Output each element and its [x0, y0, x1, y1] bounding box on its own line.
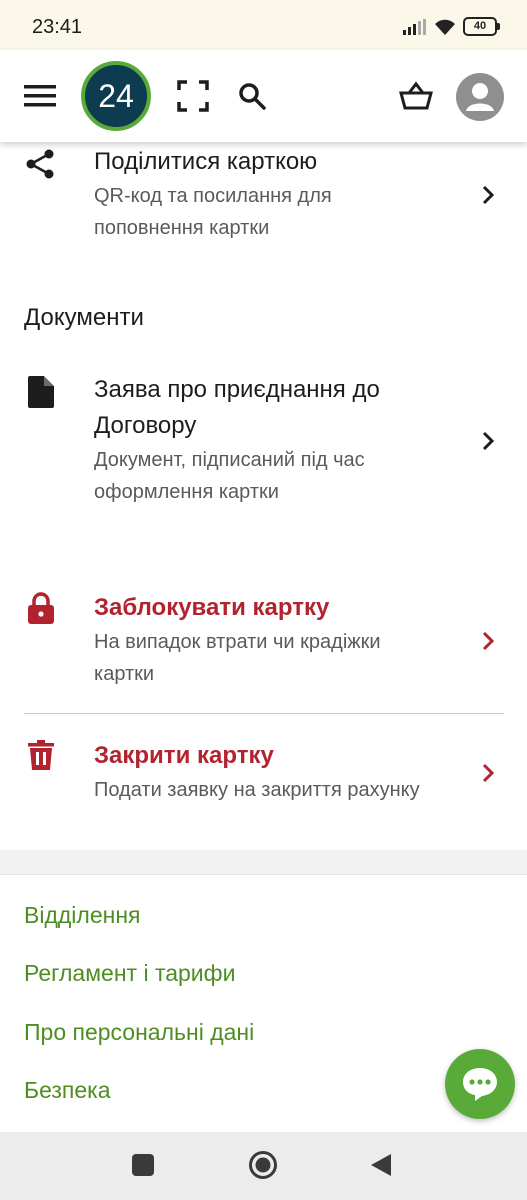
- scan-icon: [177, 80, 209, 112]
- basket-button[interactable]: [395, 76, 437, 116]
- signal-icon: [403, 18, 426, 35]
- document-row[interactable]: Заява про приєднання до Договору Докумен…: [0, 370, 527, 520]
- menu-icon: [24, 85, 56, 107]
- document-icon: [28, 376, 54, 408]
- app-header: 24: [0, 50, 527, 142]
- share-title: Поділитися карткою: [94, 148, 318, 175]
- section-separator: [0, 850, 527, 875]
- divider: [24, 713, 504, 714]
- status-bar: 23:41 40: [0, 0, 527, 50]
- chevron-right-icon: [482, 185, 495, 205]
- profile-button[interactable]: [455, 72, 505, 122]
- chevron-right-icon: [482, 431, 495, 451]
- block-card-subtitle-line1: На випадок втрати чи крадіжки: [94, 631, 381, 653]
- document-subtitle-line1: Документ, підписаний під час: [94, 449, 365, 471]
- share-card-row[interactable]: Поділитися карткою QR-код та посилання д…: [0, 142, 527, 252]
- search-icon: [239, 83, 266, 110]
- block-card-subtitle-line2: картки: [94, 663, 155, 685]
- status-time: 23:41: [32, 16, 83, 38]
- share-subtitle-line2: поповнення картки: [94, 217, 270, 239]
- link-personal-data[interactable]: Про персональні дані: [24, 1019, 254, 1046]
- battery-indicator: 40: [463, 17, 500, 36]
- lock-icon: [28, 592, 54, 624]
- chevron-right-icon: [482, 631, 495, 651]
- chevron-right-icon: [482, 763, 495, 783]
- document-title-line2: Договору: [94, 412, 197, 439]
- trash-icon: [28, 740, 54, 770]
- document-title-line1: Заява про приєднання до: [94, 376, 380, 403]
- close-card-subtitle: Подати заявку на закриття рахунку: [94, 779, 420, 801]
- share-icon: [26, 149, 54, 179]
- scan-button[interactable]: [173, 76, 213, 116]
- status-icons: 40: [403, 17, 500, 36]
- link-regulations-tariffs[interactable]: Регламент і тарифи: [24, 960, 235, 987]
- system-nav-bar: [0, 1132, 527, 1200]
- menu-button[interactable]: [20, 76, 60, 116]
- close-card-title: Закрити картку: [94, 742, 274, 769]
- avatar-icon: [456, 73, 504, 121]
- block-card-row[interactable]: Заблокувати картку На випадок втрати чи …: [0, 588, 527, 698]
- document-subtitle-line2: оформлення картки: [94, 481, 279, 503]
- wifi-icon: [435, 19, 455, 35]
- share-subtitle-line1: QR-код та посилання для: [94, 185, 332, 207]
- block-card-title: Заблокувати картку: [94, 594, 330, 621]
- home-icon[interactable]: [248, 1150, 278, 1180]
- privat24-logo[interactable]: 24: [81, 61, 151, 131]
- recent-apps-icon[interactable]: [132, 1154, 154, 1176]
- link-security[interactable]: Безпека: [24, 1077, 111, 1104]
- search-button[interactable]: [232, 76, 272, 116]
- chat-icon: [463, 1068, 497, 1101]
- link-branches[interactable]: Відділення: [24, 902, 140, 929]
- basket-icon: [399, 81, 433, 110]
- chat-button[interactable]: [445, 1049, 515, 1119]
- back-icon[interactable]: [370, 1153, 392, 1177]
- documents-heading: Документи: [24, 304, 144, 331]
- close-card-row[interactable]: Закрити картку Подати заявку на закриття…: [0, 736, 527, 816]
